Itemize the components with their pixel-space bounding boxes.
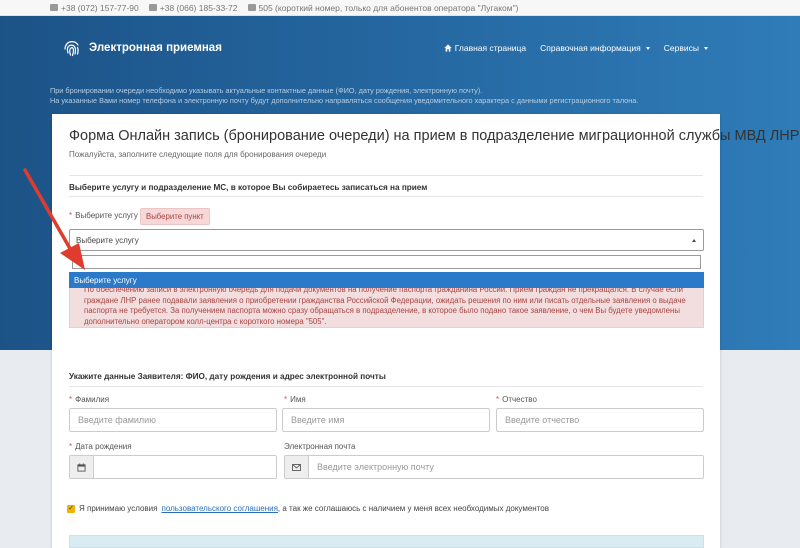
dob-label: * Дата рождения [69,442,132,451]
alert-line: дополнительно оператором колл-центра с к… [84,316,327,326]
patronymic-input[interactable]: Введите отчество [496,408,704,432]
patronymic-label: * Отчество [496,395,537,404]
divider [69,196,703,197]
dob-input[interactable] [69,455,277,479]
booking-form-card: Форма Онлайн запись (бронирование очеред… [52,114,799,548]
nav-info-label: Справочная информация [540,43,641,53]
calendar-icon [77,462,86,472]
chevron-down-icon [704,46,708,50]
required-mark: * [69,395,73,404]
hero-note-line-2: На указанные Вами номер телефона и элект… [50,96,639,105]
agreement-text-post: , а так же соглашаюсь с наличием у меня … [277,504,549,513]
divider [69,386,703,387]
user-agreement-link[interactable]: пользовательского соглашения [161,504,277,513]
phone-icon [148,4,157,11]
required-mark: * [496,395,500,404]
hero-note-line-1: При бронировании очереди необходимо указ… [50,86,483,95]
name-label: * Имя [284,395,306,404]
surname-label: * Фамилия [69,395,109,404]
nav-services[interactable]: Сервисы [664,43,708,53]
nav-home-label: Главная страница [454,43,527,53]
contact-phone-1-text: +38 (072) 157-77-90 [61,2,139,13]
nav-services-label: Сервисы [663,43,699,53]
agreement-checkbox[interactable]: ✓ [67,504,75,513]
form-title: Форма Онлайн запись (бронирование очеред… [69,128,800,144]
name-input[interactable]: Введите имя [282,408,490,432]
home-icon [444,44,452,52]
validation-badge: Выберите пункт [140,208,210,225]
contact-phone-2-text: +38 (066) 185-33-72 [159,2,238,13]
envelope-icon [292,463,301,471]
dropdown-search-input[interactable] [72,255,701,269]
email-input[interactable]: Введите электронную почту [284,455,704,479]
section-service-title: Выберите услугу и подразделение МС, в ко… [69,183,428,192]
service-label: * Выберите услугу [69,211,138,220]
chevron-up-icon [692,239,696,242]
email-addon [285,456,309,478]
required-mark: * [69,442,73,451]
required-mark: * [284,395,288,404]
calendar-addon [70,456,94,478]
agreement-row: ✓ Я принимаю условия пользовательского с… [67,504,549,513]
divider [69,175,703,176]
required-mark: * [69,211,73,220]
dob-label-text: Дата рождения [75,442,132,451]
brand-name: Электронная приемная [89,42,222,54]
info-panel [69,535,704,548]
contact-phone-2[interactable]: +38 (066) 185-33-72 [148,2,238,13]
agreement-text-pre: Я принимаю условия [79,504,158,513]
contact-bar: +38 (072) 157-77-90 +38 (066) 185-33-72 … [0,0,800,16]
contact-phone-3-text: 505 (короткий номер, только для абоненто… [258,2,519,13]
email-label: Электронная почта [284,442,356,451]
alert-line: паспорта не требуется. За получением пас… [84,306,680,315]
service-select[interactable]: Выберите услугу [69,229,704,251]
hero-note: При бронировании очереди необходимо указ… [50,86,638,106]
name-label-text: Имя [290,395,306,404]
nav-info[interactable]: Справочная информация [540,43,650,53]
section-applicant-title: Укажите данные Заявителя: ФИО, дату рожд… [69,372,386,381]
surname-label-text: Фамилия [75,395,110,404]
chevron-down-icon [645,46,650,50]
nav-home[interactable]: Главная страница [444,43,526,53]
email-placeholder: Введите электронную почту [317,462,434,472]
brand-logo-link[interactable]: Электронная приемная [62,38,222,58]
patronymic-label-text: Отчество [502,395,537,404]
phone-icon [50,4,58,11]
contact-phone-3[interactable]: 505 (короткий номер, только для абоненто… [247,2,519,13]
alert-line: граждане ЛНР ранее подавали заявления о … [84,295,686,305]
service-label-text: Выберите услугу [75,211,138,220]
contact-phone-1[interactable]: +38 (072) 157-77-90 [50,3,139,13]
phone-icon [247,4,256,11]
fingerprint-icon [64,41,79,57]
form-subtitle: Пожалуйста, заполните следующие поля для… [69,150,327,159]
surname-input[interactable]: Введите фамилию [69,408,277,432]
dropdown-option-selected[interactable]: Выберите услугу [69,272,704,288]
service-select-value: Выберите услугу [76,236,139,245]
main-nav: Главная страница Справочная информация С… [444,43,708,53]
